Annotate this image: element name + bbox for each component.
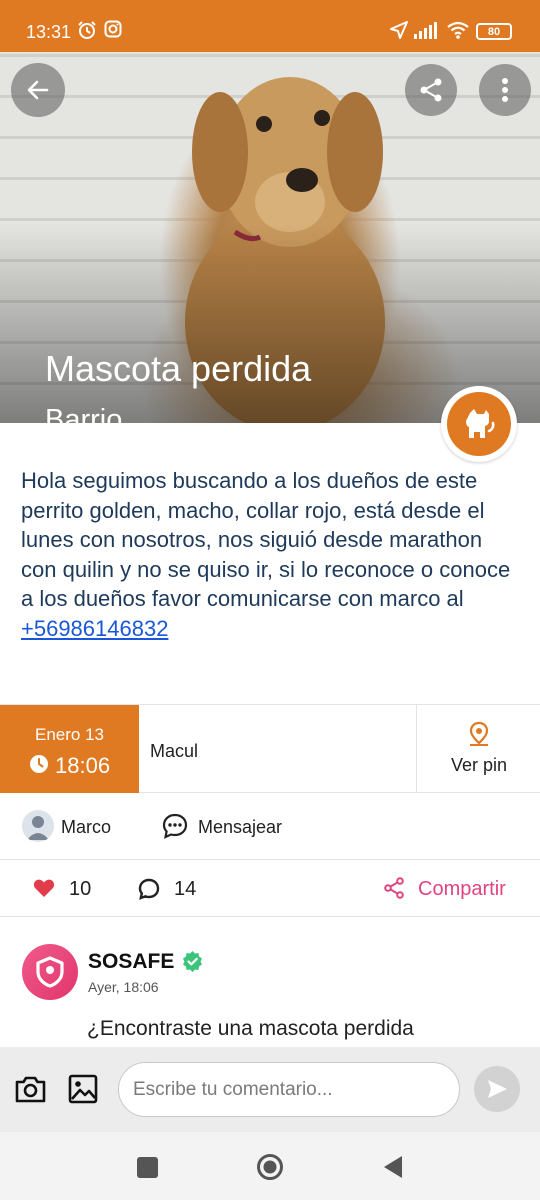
- comment-author[interactable]: SOSAFE: [88, 950, 174, 974]
- battery-icon: 80: [476, 23, 512, 40]
- date-box: Enero 13 18:06: [0, 705, 139, 793]
- comment-text: ¿Encontraste una mascota perdida: [87, 1017, 414, 1040]
- status-time: 13:31: [26, 22, 72, 42]
- battery-level: 80: [487, 25, 501, 38]
- author-name[interactable]: Marco: [61, 817, 111, 838]
- location-arrow-icon: [390, 21, 408, 39]
- recents-button[interactable]: [137, 1157, 158, 1178]
- camera-icon[interactable]: [14, 1074, 47, 1104]
- system-nav-bar: [0, 1132, 540, 1200]
- clock-icon: [30, 755, 48, 773]
- pet-photo-carousel[interactable]: Mascota perdida Barrio: [0, 52, 540, 423]
- verified-badge-icon: [183, 951, 202, 972]
- view-pin-button[interactable]: Ver pin: [416, 705, 540, 793]
- heart-icon[interactable]: [33, 877, 55, 899]
- likes-count: 10: [69, 878, 92, 900]
- map-pin-icon: [469, 721, 489, 746]
- signal-icon: [414, 22, 437, 39]
- avatar[interactable]: [22, 810, 54, 842]
- back-nav-button[interactable]: [382, 1155, 404, 1179]
- back-button[interactable]: [11, 63, 65, 117]
- description-text: Hola seguimos buscando a los dueños de e…: [21, 468, 511, 611]
- info-row: Enero 13 18:06 Macul Ver pin: [0, 704, 540, 793]
- status-bar: 13:31 80: [0, 0, 540, 52]
- comments-count: 14: [174, 878, 197, 900]
- post-time: 18:06: [55, 753, 111, 778]
- comment-input[interactable]: [118, 1062, 460, 1117]
- comment-composer: [0, 1047, 540, 1132]
- instagram-icon: [104, 20, 122, 38]
- share-button[interactable]: Compartir: [418, 878, 506, 901]
- category-badge: [441, 386, 517, 462]
- comment-item: SOSAFE Ayer, 18:06 ¿Encontraste una masc…: [0, 917, 540, 1047]
- post-date: Enero 13: [35, 725, 104, 744]
- image-icon[interactable]: [68, 1074, 98, 1104]
- comment-icon[interactable]: [137, 877, 161, 901]
- chat-bubble-icon[interactable]: [161, 812, 189, 840]
- user-row: Marco Mensajear: [0, 793, 540, 860]
- send-icon: [488, 1080, 507, 1098]
- comment-time: Ayer, 18:06: [88, 979, 159, 995]
- phone-link[interactable]: +56986146832: [21, 616, 168, 641]
- send-button[interactable]: [474, 1066, 520, 1112]
- home-button[interactable]: [256, 1153, 284, 1181]
- view-pin-label: Ver pin: [450, 755, 508, 775]
- alarm-icon: [78, 21, 96, 39]
- share-icon[interactable]: [383, 877, 405, 899]
- more-vertical-icon: [502, 78, 508, 102]
- user-icon: [27, 816, 49, 840]
- sosafe-logo[interactable]: [22, 944, 78, 1000]
- share-icon: [420, 78, 442, 102]
- dog-icon: [466, 409, 495, 438]
- stats-row: 10 14 Compartir: [0, 860, 540, 917]
- shield-icon: [36, 956, 64, 988]
- wifi-icon: [447, 21, 469, 39]
- post-title: Mascota perdida: [45, 348, 312, 389]
- arrow-left-icon: [27, 80, 49, 100]
- share-button[interactable]: [405, 64, 457, 116]
- location-name: Macul: [150, 741, 199, 761]
- message-button[interactable]: Mensajear: [198, 817, 282, 838]
- post-description: Hola seguimos buscando a los dueños de e…: [21, 466, 511, 643]
- post-subtitle: Barrio: [45, 404, 123, 423]
- more-options-button[interactable]: [479, 64, 531, 116]
